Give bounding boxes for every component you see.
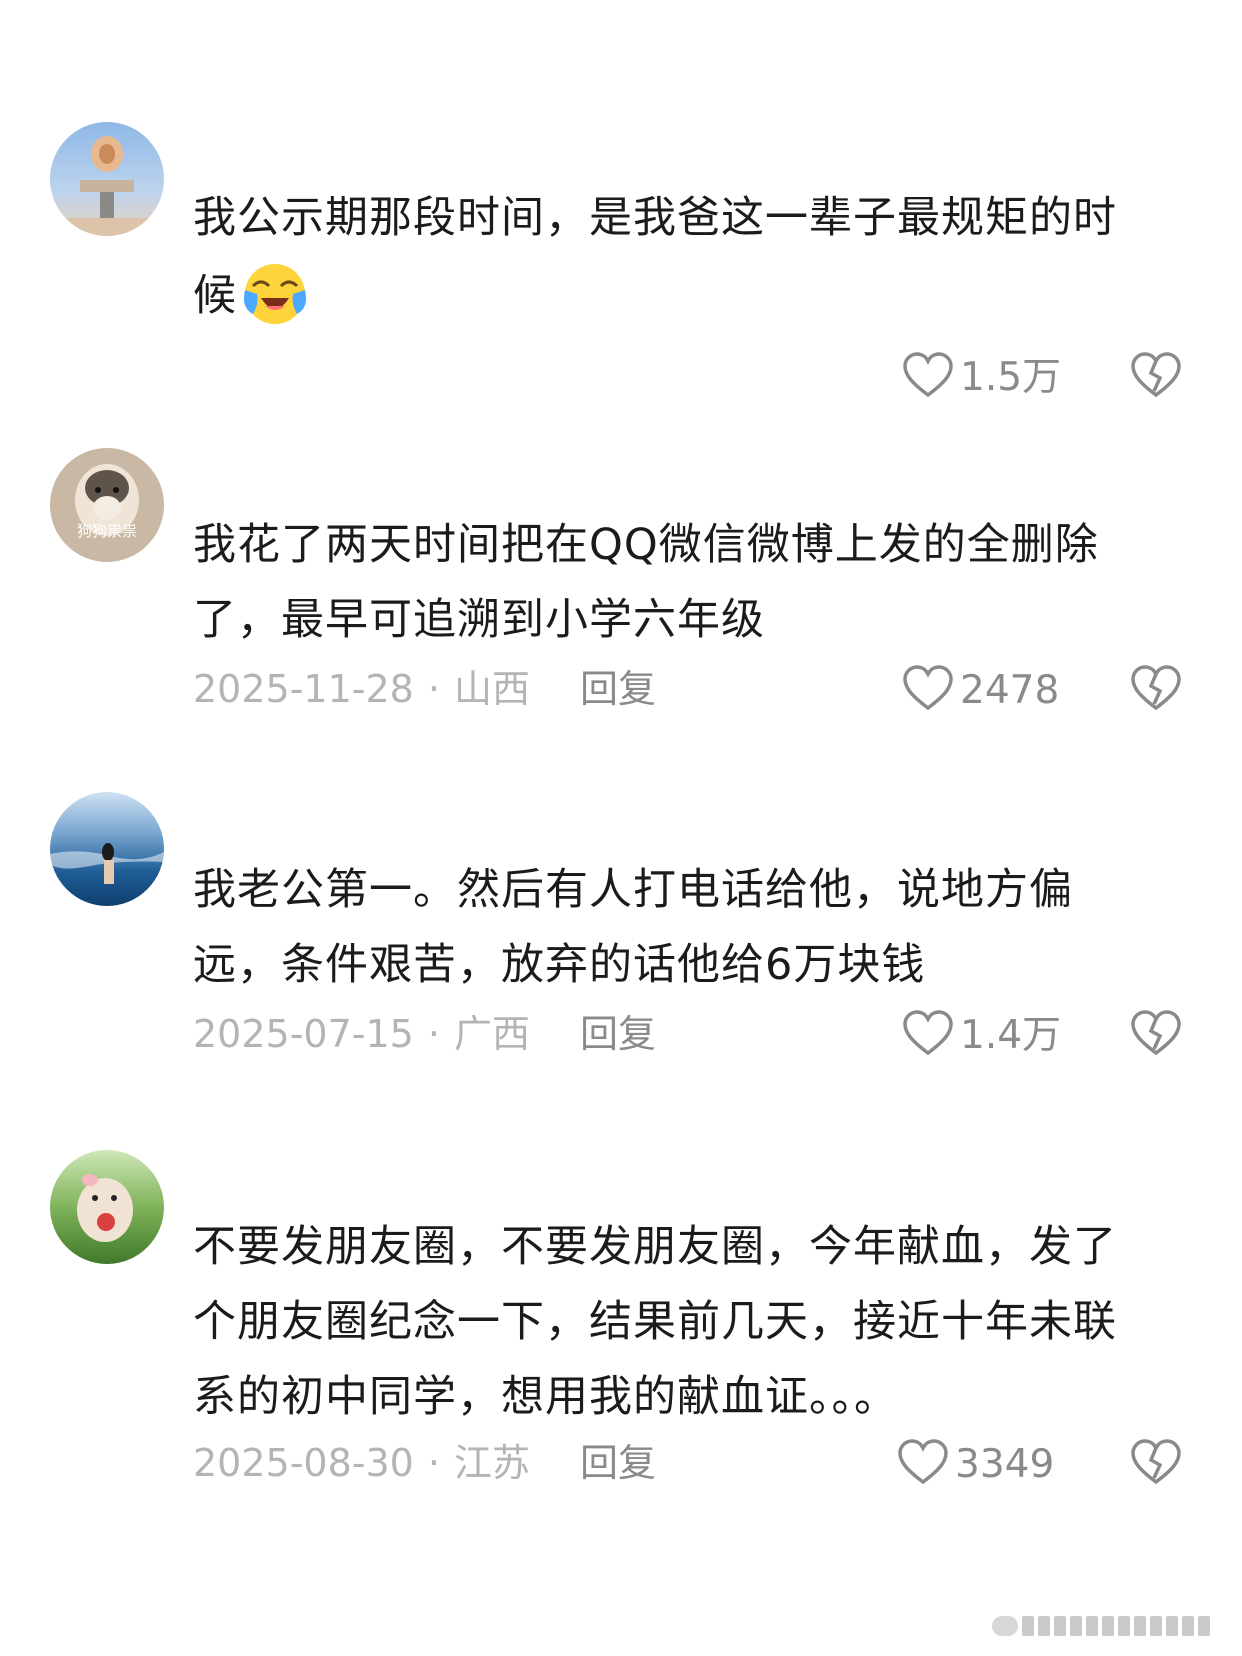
like-button[interactable]: 1.4万	[902, 1009, 1061, 1059]
comment-date: 2025-07-15	[193, 1012, 414, 1056]
broken-heart-icon	[1131, 665, 1181, 711]
comment-meta: 2025-07-15 · 广西 回复	[193, 1009, 656, 1059]
dislike-button[interactable]	[1130, 351, 1182, 401]
broken-heart-icon	[1131, 352, 1181, 398]
like-count: 1.4万	[960, 1013, 1062, 1058]
like-count: 3349	[955, 1442, 1055, 1487]
broken-heart-icon	[1131, 1010, 1181, 1056]
like-count: 2478	[960, 668, 1060, 713]
comment-region: 山西	[453, 667, 530, 711]
broken-heart-icon	[1131, 1439, 1181, 1485]
dislike-button[interactable]	[1130, 1009, 1182, 1059]
avatar-image	[50, 122, 164, 236]
avatar[interactable]	[50, 1150, 164, 1264]
heart-icon	[903, 1010, 953, 1056]
avatar-caption: 狗狗祟祟	[77, 522, 137, 540]
dislike-button[interactable]	[1130, 1438, 1182, 1488]
comment-text: 我花了两天时间把在QQ微信微博上发的全删除 了，最早可追溯到小学六年级	[193, 520, 1099, 645]
meta-separator: ·	[427, 1012, 440, 1056]
reply-button[interactable]: 回复	[580, 1441, 656, 1485]
heart-icon	[903, 352, 953, 398]
avatar[interactable]	[50, 122, 164, 236]
meta-separator: ·	[427, 1441, 440, 1485]
comment-text: 我老公第一。然后有人打电话给他，说地方偏 远，条件艰苦，放弃的话他给6万块钱	[193, 865, 1073, 990]
avatar-image	[50, 1150, 164, 1264]
meta-separator: ·	[427, 667, 440, 711]
comment-region: 江苏	[453, 1441, 530, 1485]
like-button[interactable]: 1.5万	[902, 351, 1061, 401]
comment-region: 广西	[453, 1012, 530, 1056]
comment-meta: 2025-11-28 · 山西 回复	[193, 664, 656, 714]
avatar[interactable]: 狗狗祟祟	[50, 448, 164, 562]
comment-text: 我公示期那段时间，是我爸这一辈子最规矩的时 候	[193, 181, 1193, 334]
reply-button[interactable]: 回复	[580, 667, 656, 711]
comment-text: 不要发朋友圈，不要发朋友圈，今年献血，发了 个朋友圈纪念一下，结果前几天，接近十…	[193, 1222, 1117, 1422]
like-button[interactable]: 3349	[897, 1438, 1054, 1488]
reply-button[interactable]: 回复	[580, 1012, 656, 1056]
heart-icon	[903, 665, 953, 711]
crying-laughing-emoji-icon	[244, 264, 306, 324]
comment-date: 2025-08-30	[193, 1441, 414, 1485]
comment-date: 2025-11-28	[193, 667, 414, 711]
avatar-image: 狗狗祟祟	[50, 448, 164, 562]
like-button[interactable]: 2478	[902, 664, 1059, 714]
comment-meta: 2025-08-30 · 江苏 回复	[193, 1438, 656, 1488]
like-count: 1.5万	[960, 355, 1062, 400]
watermark	[992, 1616, 1222, 1636]
dislike-button[interactable]	[1130, 664, 1182, 714]
avatar-image	[50, 792, 164, 906]
avatar[interactable]	[50, 792, 164, 906]
heart-icon	[898, 1439, 948, 1485]
